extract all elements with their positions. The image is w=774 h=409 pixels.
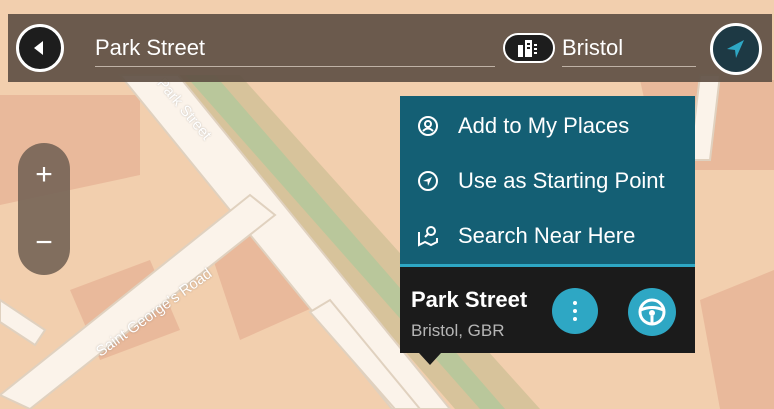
drive-button[interactable] bbox=[628, 288, 676, 336]
more-options-button[interactable] bbox=[552, 288, 598, 334]
zoom-out-button[interactable]: − bbox=[18, 213, 70, 273]
map-screen: Park Street Saint George's Road + − bbox=[0, 0, 774, 409]
zoom-control: + − bbox=[18, 143, 70, 275]
plus-icon: + bbox=[35, 158, 53, 191]
more-vertical-icon bbox=[573, 301, 577, 305]
location-card: Park Street Bristol, GBR bbox=[400, 267, 695, 353]
menu-item-label: Search Near Here bbox=[458, 223, 636, 248]
location-popup-menu: Add to My Places Use as Starting Point S… bbox=[400, 96, 695, 264]
back-button[interactable] bbox=[16, 24, 64, 72]
menu-item-label: Use as Starting Point bbox=[458, 168, 665, 193]
minus-icon: − bbox=[35, 226, 53, 259]
search-input[interactable] bbox=[95, 30, 495, 67]
back-arrow-icon bbox=[34, 41, 43, 55]
city-input[interactable] bbox=[562, 30, 696, 67]
menu-item-use-as-starting-point[interactable]: Use as Starting Point bbox=[400, 155, 695, 207]
menu-item-add-to-my-places[interactable]: Add to My Places bbox=[400, 100, 695, 152]
navigate-button[interactable] bbox=[710, 23, 762, 75]
more-vertical-icon bbox=[573, 309, 577, 313]
location-subtitle: Bristol, GBR bbox=[411, 321, 505, 340]
menu-item-search-near-here[interactable]: Search Near Here bbox=[400, 210, 695, 262]
navigation-arrow-icon bbox=[727, 40, 744, 58]
compass-arrow-icon bbox=[416, 169, 440, 193]
menu-item-label: Add to My Places bbox=[458, 113, 630, 138]
city-buildings-icon bbox=[518, 40, 537, 57]
card-pointer bbox=[419, 353, 441, 365]
search-area-button[interactable] bbox=[503, 33, 555, 63]
location-name: Park Street bbox=[411, 287, 528, 312]
steering-wheel-icon bbox=[638, 298, 666, 326]
zoom-in-button[interactable]: + bbox=[18, 145, 70, 205]
location-pin-icon bbox=[416, 114, 440, 138]
more-vertical-icon bbox=[573, 317, 577, 321]
search-near-icon bbox=[416, 224, 440, 248]
